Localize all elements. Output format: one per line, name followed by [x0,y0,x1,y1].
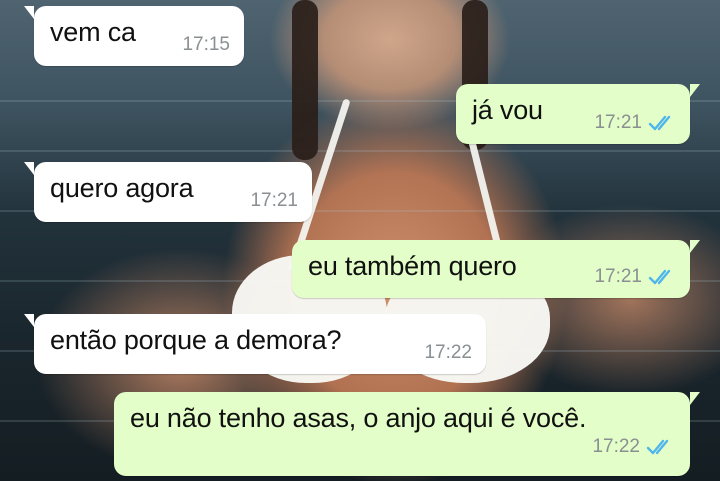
message-bubble-incoming[interactable]: então porque a demora? 17:22 [24,314,486,374]
message-timestamp: 17:21 [594,266,642,287]
message-bubble-outgoing[interactable]: já vou 17:21 [456,84,700,144]
message-bubble-incoming[interactable]: vem ca 17:15 [24,6,244,66]
message-text: então porque a demora? [50,325,342,355]
message-text: eu não tenho asas, o anjo aqui é você. [130,403,587,433]
message-text: vem ca [50,17,136,47]
message-meta: 17:21 [594,266,676,288]
message-text: já vou [472,95,543,125]
water-ripple [0,150,720,152]
hair-strand [292,0,318,160]
message-timestamp: 17:22 [592,436,640,457]
double-check-read-icon [646,439,669,455]
message-bubble-outgoing[interactable]: eu também quero 17:21 [292,240,700,298]
message-meta: 17:22 [424,342,472,364]
message-bubble-incoming[interactable]: quero agora 17:21 [24,162,312,222]
message-timestamp: 17:15 [182,34,230,55]
double-check-read-icon [648,269,671,285]
message-text: quero agora [50,173,194,203]
message-meta: 17:15 [182,34,230,56]
message-timestamp: 17:21 [250,190,298,211]
message-timestamp: 17:22 [424,342,472,363]
message-text: eu também quero [308,251,517,281]
message-timestamp: 17:21 [594,112,642,133]
message-meta: 17:22 [130,436,674,458]
message-meta: 17:21 [594,112,676,134]
double-check-read-icon [648,115,671,131]
message-bubble-outgoing[interactable]: eu não tenho asas, o anjo aqui é você. 1… [114,392,700,476]
message-meta: 17:21 [250,190,298,212]
